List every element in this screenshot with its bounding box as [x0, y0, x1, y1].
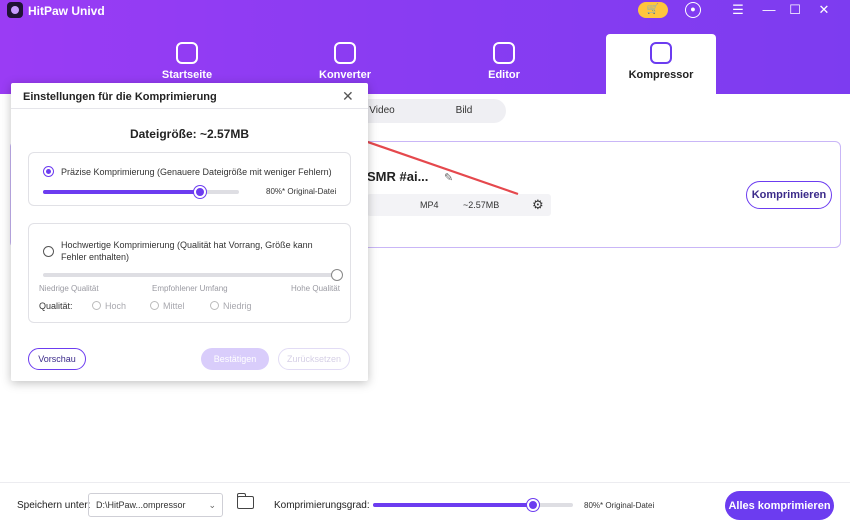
convert-icon: [334, 42, 356, 64]
save-path-value: D:\HitPaw...ompressor: [96, 500, 186, 510]
close-icon[interactable]: ✕: [816, 2, 832, 18]
precise-slider[interactable]: [43, 186, 239, 198]
option-precise[interactable]: Präzise Komprimierung (Genauere Dateigrö…: [28, 152, 351, 206]
quality-option-label: Mittel: [163, 301, 185, 311]
quality-option-niedrig[interactable]: Niedrig: [210, 301, 252, 311]
app-title: HitPaw Univd: [28, 4, 105, 18]
folder-icon[interactable]: [236, 493, 254, 509]
reset-button[interactable]: Zurücksetzen: [278, 348, 350, 370]
scale-label-high: Hohe Qualität: [291, 284, 340, 293]
home-icon: [176, 42, 198, 64]
grade-slider-thumb[interactable]: [527, 499, 539, 511]
file-meta: MP4 ~2.57MB ⚙: [367, 194, 551, 216]
quality-option-label: Niedrig: [223, 301, 252, 311]
settings-gear-icon[interactable]: ⚙: [532, 197, 544, 213]
grade-slider[interactable]: [373, 499, 573, 511]
tab-kompressor[interactable]: Kompressor: [606, 34, 716, 94]
tab-editor[interactable]: Editor: [449, 34, 559, 94]
quality-slider[interactable]: [43, 269, 343, 281]
scale-label-low: Niedrige Qualität: [39, 284, 99, 293]
file-size: ~2.57MB: [463, 200, 500, 210]
radio-icon: [210, 301, 219, 310]
quality-option-hoch[interactable]: Hoch: [92, 301, 126, 311]
file-name: SMR #ai...: [367, 169, 429, 184]
compress-all-button[interactable]: Alles komprimieren: [725, 491, 834, 520]
precise-slider-value: 80%* Original-Datei: [266, 187, 337, 196]
compression-grade-label: Komprimierungsgrad:: [274, 500, 370, 511]
user-icon[interactable]: ●: [685, 2, 701, 18]
tab-label: Kompressor: [628, 69, 694, 81]
chevron-down-icon: ⌄: [208, 500, 216, 510]
confirm-button[interactable]: Bestätigen: [201, 348, 269, 370]
grade-value: 80%* Original-Datei: [584, 501, 655, 510]
option-precise-label: Präzise Komprimierung (Genauere Dateigrö…: [61, 167, 332, 177]
minimize-icon[interactable]: —: [761, 2, 777, 18]
quality-option-label: Hoch: [105, 301, 127, 311]
compression-settings-dialog: Einstellungen für die Komprimierung ✕ Da…: [11, 83, 368, 381]
menu-icon[interactable]: ☰: [730, 2, 746, 18]
quality-slider-thumb[interactable]: [331, 269, 343, 281]
tab-label: Konverter: [319, 69, 371, 81]
radio-precise[interactable]: [43, 166, 54, 177]
dialog-title: Einstellungen für die Komprimierung: [23, 91, 217, 103]
tab-label: Editor: [488, 69, 520, 81]
app-logo-icon: [7, 2, 23, 18]
option-quality-label: Hochwertige Komprimierung (Qualität hat …: [61, 240, 313, 262]
option-quality[interactable]: Hochwertige Komprimierung (Qualität hat …: [28, 223, 351, 323]
dialog-close-icon[interactable]: ✕: [342, 88, 354, 105]
rename-icon[interactable]: ✎: [444, 171, 453, 184]
bottom-divider: [0, 482, 850, 483]
dialog-file-size: Dateigröße: ~2.57MB: [129, 127, 250, 141]
radio-icon: [92, 301, 101, 310]
compress-icon: [650, 42, 672, 64]
scale-label-mid: Empfohlener Umfang: [152, 284, 228, 293]
toggle-bild[interactable]: Bild: [424, 99, 504, 123]
file-format: MP4: [420, 200, 439, 210]
edit-icon: [493, 42, 515, 64]
app-header: HitPaw Univd 🛒 ● ☰ — ☐ ✕ Startseite Konv…: [0, 0, 850, 94]
grade-slider-fill: [373, 503, 533, 507]
precise-slider-fill: [43, 190, 200, 194]
radio-icon: [150, 301, 159, 310]
preview-button[interactable]: Vorschau: [28, 348, 86, 370]
quality-option-mittel[interactable]: Mittel: [150, 301, 185, 311]
radio-quality[interactable]: [43, 246, 54, 257]
quality-label: Qualität:: [39, 301, 73, 311]
maximize-icon[interactable]: ☐: [787, 2, 803, 18]
save-location-label: Speichern unter:: [17, 500, 91, 511]
compress-button[interactable]: Komprimieren: [746, 181, 832, 209]
save-path-select[interactable]: D:\HitPaw...ompressor ⌄: [88, 493, 223, 517]
cart-icon[interactable]: 🛒: [638, 2, 668, 18]
tab-label: Startseite: [161, 69, 213, 81]
divider: [11, 108, 368, 109]
precise-slider-thumb[interactable]: [193, 186, 206, 198]
